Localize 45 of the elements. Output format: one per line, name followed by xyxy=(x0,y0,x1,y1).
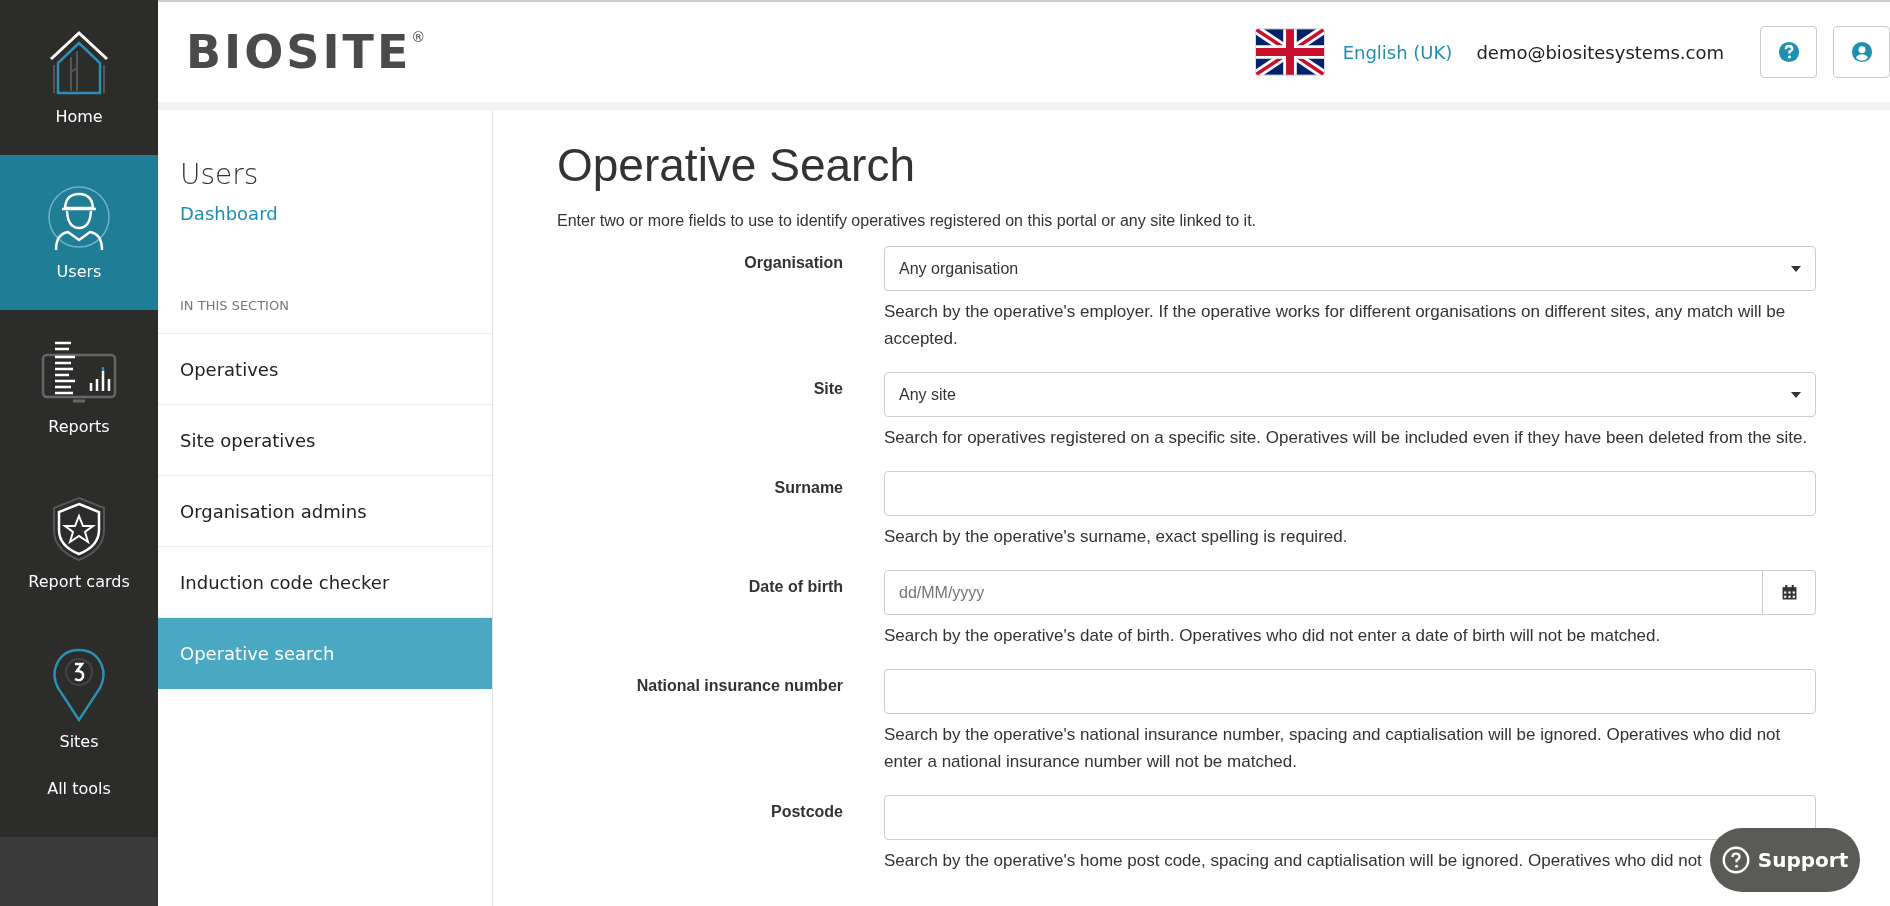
calendar-icon[interactable] xyxy=(1763,570,1816,615)
help-text: Search for operatives registered on a specific site. Operatives will be included even if they have been deleted from the site. xyxy=(884,427,1808,449)
nav-item[interactable]: Users xyxy=(0,155,158,310)
nav-item[interactable]: Sites xyxy=(0,620,158,775)
user-icon xyxy=(1850,41,1873,63)
field-label: Date of birth xyxy=(747,577,843,597)
help-icon xyxy=(1777,41,1800,63)
language-link[interactable]: English (UK) xyxy=(1342,41,1453,63)
sidebar-item[interactable]: Organisation admins xyxy=(158,476,492,547)
nav-item[interactable]: Report cards xyxy=(0,465,158,620)
caret-icon xyxy=(1791,265,1801,272)
field-label: Surname xyxy=(773,478,843,498)
user-email: demo@biositesystems.com xyxy=(1476,41,1724,63)
page-title: Operative Search xyxy=(557,138,916,192)
section-title: Users xyxy=(179,158,260,191)
help-text: Search by the operative's surname, exact spelling is required. xyxy=(884,526,1348,548)
help-icon xyxy=(1721,846,1750,874)
union-flag-icon xyxy=(1254,28,1325,76)
text-field[interactable] xyxy=(884,471,1816,516)
nav-item[interactable]: Home xyxy=(0,0,158,155)
text-field[interactable] xyxy=(884,795,1816,840)
section-label: IN THIS SECTION xyxy=(158,298,492,334)
sidebar-item[interactable]: Site operatives xyxy=(158,405,492,476)
field-label: Site xyxy=(812,379,843,399)
date-field[interactable]: dd/MM/yyyy xyxy=(884,570,1763,615)
user-button[interactable] xyxy=(1833,26,1890,78)
logo: BIOSITE$^{®}$ xyxy=(186,25,426,79)
intro-text: Enter two or more fields to use to identify operatives registered on this portal or any site linked to it. xyxy=(557,212,1257,230)
help-button[interactable] xyxy=(1760,26,1817,78)
field-label: Organisation xyxy=(743,253,843,273)
select-field[interactable]: Any site xyxy=(884,372,1816,417)
text-field[interactable] xyxy=(884,669,1816,714)
caret-icon xyxy=(1791,391,1801,398)
select-field[interactable]: Any organisation xyxy=(884,246,1816,291)
sidebar-item[interactable]: Operatives xyxy=(158,334,492,405)
nav-item[interactable]: Reports xyxy=(0,310,158,465)
help-text: Search by the operative's national insurance number, spacing and captialisation will be ignored. Operatives who did not enter a national insurance number will not be matched. xyxy=(884,724,1782,773)
nav-item[interactable]: All tools xyxy=(0,775,158,837)
help-text: Search by the operative's employer. If the operative works for different organisations on different sites, any match will be accepted. xyxy=(884,301,1787,350)
dashboard-link[interactable]: Dashboard xyxy=(158,203,492,224)
support-button[interactable]: Support xyxy=(1710,828,1860,892)
help-text: Search by the operative's home post code, spacing and captialisation will be ignored. Operatives who did not xyxy=(884,850,1702,872)
field-label: Postcode xyxy=(770,802,843,822)
field-label: National insurance number xyxy=(635,676,843,696)
help-text: Search by the operative's date of birth. Operatives who did not enter a date of birth will not be matched. xyxy=(884,625,1661,647)
